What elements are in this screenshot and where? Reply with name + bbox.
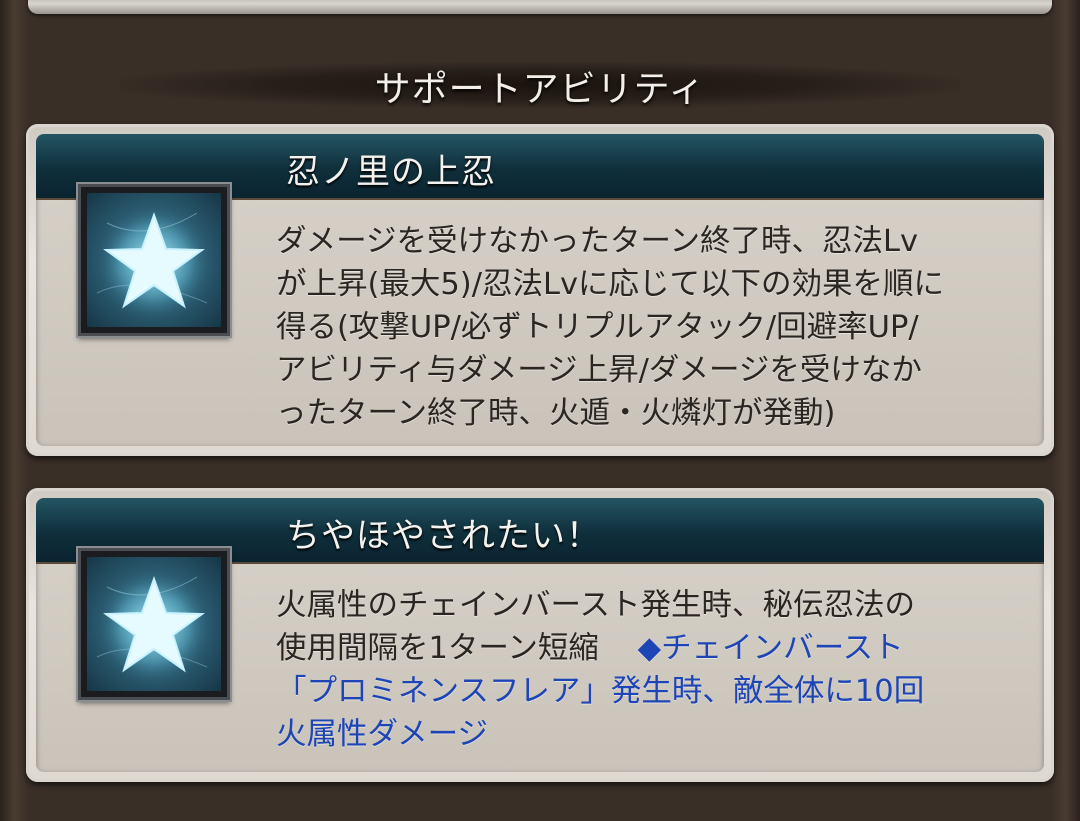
ability-description: ダメージを受けなかったターン終了時、忍法Lv が上昇(最大5)/忍法Lvに応じて… [276,224,945,431]
chain-burst-highlight: ◆チェインバースト [637,631,904,666]
section-title: サポートアビリティ [374,69,706,110]
top-panel-edge [28,0,1052,14]
ability-icon-frame[interactable] [78,184,230,336]
chain-burst-detail: 火属性ダメージ [276,717,488,752]
ability-card-2: ちやほやされたい！ 火属性のチェインバースト発生時、秘伝忍法の 使用間隔を1ター… [26,488,1054,782]
star-icon [87,557,221,691]
ability-description: 火属性のチェインバースト発生時、秘伝忍法の 使用間隔を1ターン短縮 ◆チェインバ… [276,588,925,752]
ability-icon-frame[interactable] [78,548,230,700]
chain-burst-detail: 「プロミネンスフレア」発生時、敵全体に10回 [276,674,925,709]
star-icon [87,193,221,327]
ability-name: ちやほやされたい！ [286,516,601,556]
ability-card-1: 忍ノ里の上忍 ダメージを受けなかったターン終了時、忍法Lv が上昇(最大5)/忍… [26,124,1054,456]
ability-name: 忍ノ里の上忍 [286,152,496,192]
